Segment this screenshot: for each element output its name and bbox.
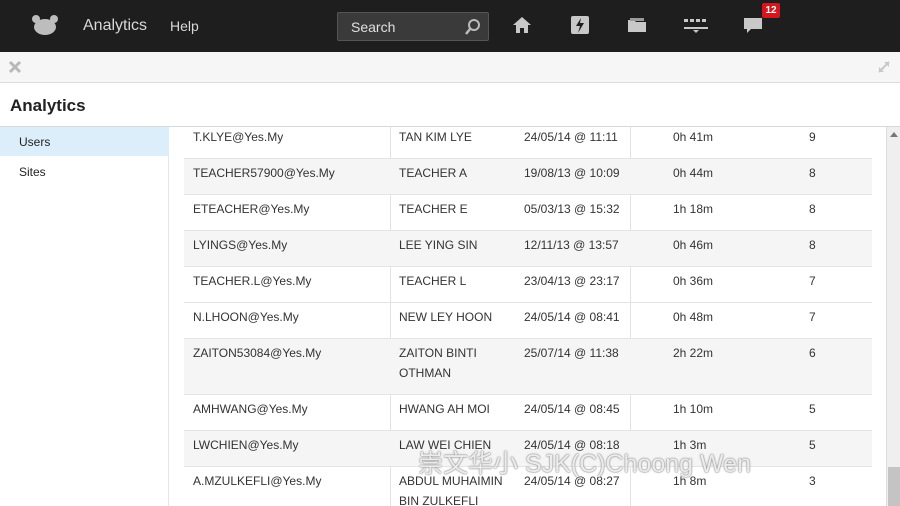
table-row[interactable]: ETEACHER@Yes.My TEACHER E 05/03/13 @ 15:…	[184, 195, 872, 231]
sidebar: Users Sites	[0, 127, 169, 506]
cell-username: LYINGS@Yes.My	[193, 238, 288, 252]
scrollbar-thumb[interactable]	[888, 467, 900, 506]
sidebar-item-users[interactable]: Users	[0, 127, 169, 156]
cell-last-login: 24/05/14 @ 11:11	[524, 130, 618, 144]
nav-help-link[interactable]: Help	[170, 18, 199, 34]
cell-last-login: 12/11/13 @ 13:57	[524, 238, 619, 252]
app-logo-icon[interactable]	[30, 13, 60, 37]
cell-duration: 1h 10m	[673, 402, 714, 416]
cell-duration: 0h 44m	[673, 166, 714, 180]
home-icon[interactable]	[511, 14, 533, 36]
folder-icon[interactable]	[626, 14, 648, 36]
cell-full-name: TEACHER E	[399, 202, 468, 216]
chat-icon[interactable]	[742, 14, 764, 36]
cell-last-login: 23/04/13 @ 23:17	[524, 274, 620, 288]
cell-duration: 0h 41m	[673, 130, 714, 144]
cell-count: 8	[809, 202, 816, 216]
cell-count: 7	[809, 310, 816, 324]
cell-username: A.MZULKEFLI@Yes.My	[193, 474, 322, 488]
cell-username: TEACHER.L@Yes.My	[193, 274, 312, 288]
cell-full-name: HWANG AH MOI	[399, 402, 490, 416]
table-row[interactable]: TEACHER.L@Yes.My TEACHER L 23/04/13 @ 23…	[184, 267, 872, 303]
cell-username: T.KLYE@Yes.My	[193, 130, 284, 144]
cell-last-login: 24/05/14 @ 08:41	[524, 310, 620, 324]
search-placeholder: Search	[351, 19, 396, 35]
table-scrollbar[interactable]	[886, 127, 900, 506]
cell-count: 5	[809, 402, 816, 416]
page-header: Analytics	[0, 83, 900, 127]
cell-duration: 0h 48m	[673, 310, 714, 324]
sidebar-item-sites[interactable]: Sites	[0, 157, 169, 186]
cell-username: ZAITON53084@Yes.My	[193, 346, 322, 360]
cell-full-name: ZAITON BINTI OTHMAN	[399, 346, 477, 380]
panel-toolbar	[0, 52, 900, 83]
cell-last-login: 25/07/14 @ 11:38	[524, 346, 619, 360]
cell-username: N.LHOON@Yes.My	[193, 310, 299, 324]
cell-duration: 0h 46m	[673, 238, 714, 252]
cell-count: 6	[809, 346, 816, 360]
page-title: Analytics	[10, 96, 86, 115]
search-icon[interactable]	[464, 18, 482, 36]
apps-menu-icon[interactable]	[683, 14, 709, 36]
cell-full-name: TEACHER L	[399, 274, 467, 288]
cell-full-name: NEW LEY HOON	[399, 310, 493, 324]
cell-duration: 1h 18m	[673, 202, 714, 216]
cell-full-name: TEACHER A	[399, 166, 468, 180]
table-row[interactable]: TEACHER57900@Yes.My TEACHER A 19/08/13 @…	[184, 159, 872, 195]
table-row[interactable]: T.KLYE@Yes.My TAN KIM LYE 24/05/14 @ 11:…	[184, 127, 872, 159]
cell-username: TEACHER57900@Yes.My	[193, 166, 335, 180]
cell-count: 8	[809, 238, 816, 252]
table-row[interactable]: ZAITON53084@Yes.My ZAITON BINTI OTHMAN 2…	[184, 339, 872, 395]
close-icon[interactable]	[7, 59, 23, 75]
search-input[interactable]: Search	[337, 12, 489, 41]
cell-count: 3	[809, 474, 816, 488]
cell-count: 5	[809, 438, 816, 452]
table-row[interactable]: LYINGS@Yes.My LEE YING SIN 12/11/13 @ 13…	[184, 231, 872, 267]
cell-duration: 2h 22m	[673, 346, 714, 360]
expand-icon[interactable]	[876, 59, 892, 75]
table-row[interactable]: AMHWANG@Yes.My HWANG AH MOI 24/05/14 @ 0…	[184, 395, 872, 431]
cell-full-name: LEE YING SIN	[399, 238, 478, 252]
cell-username: AMHWANG@Yes.My	[193, 402, 308, 416]
cell-count: 9	[809, 130, 816, 144]
cell-last-login: 24/05/14 @ 08:45	[524, 402, 620, 416]
watermark-text: 崇文华小 SJK(C)Choong Wen	[418, 450, 751, 478]
cell-username: LWCHIEN@Yes.My	[193, 438, 299, 452]
cell-last-login: 19/08/13 @ 10:09	[524, 166, 620, 180]
cell-count: 7	[809, 274, 816, 288]
table-row[interactable]: N.LHOON@Yes.My NEW LEY HOON 24/05/14 @ 0…	[184, 303, 872, 339]
cell-duration: 0h 36m	[673, 274, 714, 288]
top-nav-bar: Analytics Help Search 12	[0, 0, 900, 52]
cell-username: ETEACHER@Yes.My	[193, 202, 310, 216]
cell-full-name: TAN KIM LYE	[399, 130, 472, 144]
nav-analytics-link[interactable]: Analytics	[83, 17, 147, 35]
activity-icon[interactable]	[569, 14, 591, 36]
notification-badge[interactable]: 12	[762, 3, 780, 18]
cell-count: 8	[809, 166, 816, 180]
scroll-up-arrow-icon[interactable]	[889, 130, 899, 138]
cell-last-login: 05/03/13 @ 15:32	[524, 202, 620, 216]
